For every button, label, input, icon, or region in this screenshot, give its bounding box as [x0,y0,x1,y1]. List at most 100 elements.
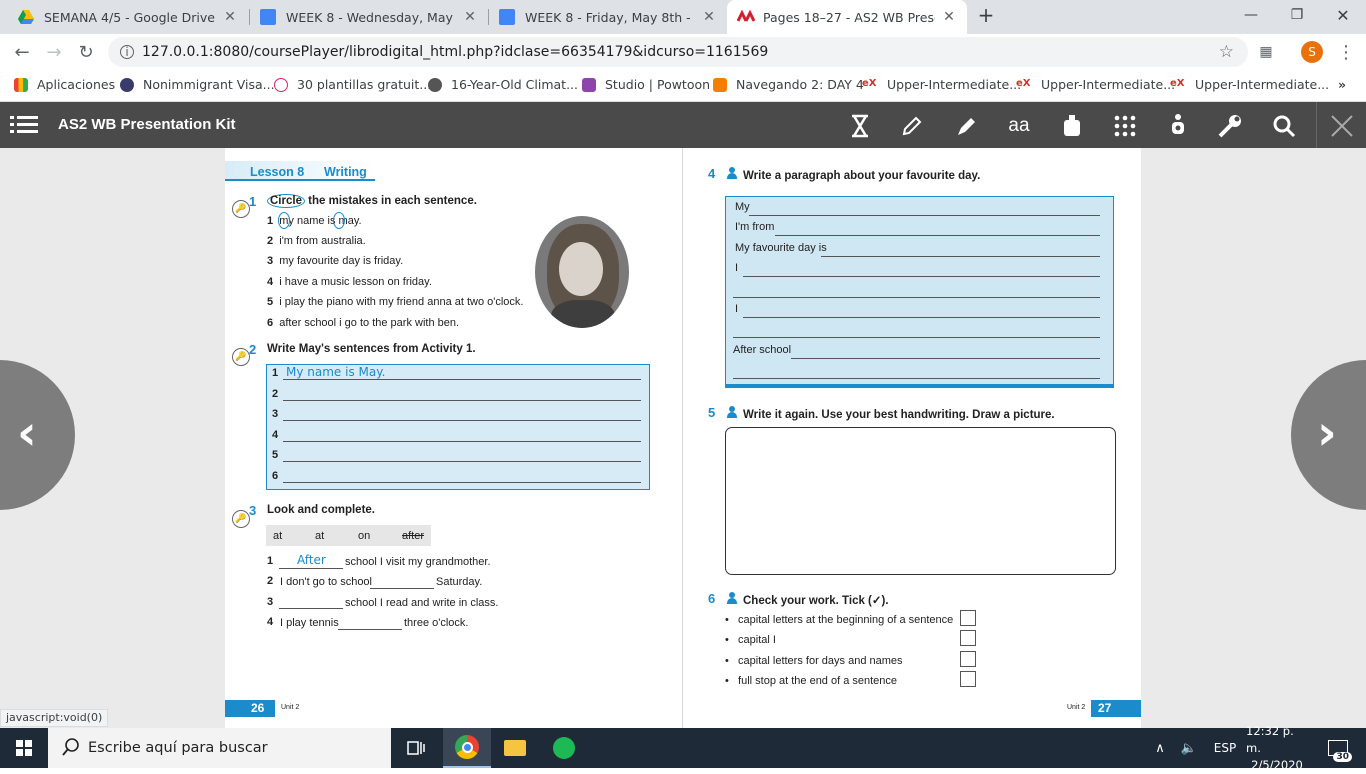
template-icon [274,77,288,92]
seal-icon [120,77,134,92]
task-view-icon[interactable] [392,728,440,768]
answer-text: After [297,553,326,567]
tab-title: WEEK 8 - Friday, May 8th - Docu [525,9,695,25]
bookmark-item[interactable]: Studio | Powtoon [582,77,710,92]
globe-icon [428,77,442,92]
forward-button[interactable]: → [40,38,68,66]
file-explorer-icon[interactable] [491,728,539,768]
edx-icon: eX [1170,77,1185,89]
minimize-button[interactable]: — [1228,0,1274,30]
close-tab-icon[interactable]: ✕ [222,9,238,25]
volume-icon[interactable]: 🔈 [1178,728,1200,768]
windows-start-icon[interactable] [0,728,48,768]
close-tab-icon[interactable]: ✕ [462,9,478,25]
language-indicator[interactable]: ESP [1206,728,1244,768]
sentence-item: 2 i'm from australia. [267,235,366,247]
activity-number: 3 [249,503,257,518]
info-icon[interactable]: i [120,45,134,59]
eraser-icon[interactable] [1058,112,1086,140]
grid-icon[interactable] [1111,112,1139,140]
answer-key-icon[interactable]: 🔑 [232,348,250,366]
tab-week8-friday[interactable]: WEEK 8 - Friday, May 8th - Docu ✕ [489,0,727,34]
sentence-text: school I visit my grandmother. [345,556,491,568]
bookmark-item[interactable]: Nonimmigrant Visa... [120,77,275,92]
sentence-text: I play tennis [280,617,339,629]
book-viewer: ‹ › Lesson 8 Writing 🔑 1 Circle the mist… [0,148,1366,728]
reload-button[interactable]: ↻ [72,38,100,66]
tab-week8-wednesday[interactable]: WEEK 8 - Wednesday, May 6th - ✕ [250,0,488,34]
chevron-right-icon: › [1317,405,1337,461]
browser-menu-icon[interactable]: ⋮ [1332,38,1360,66]
tab-as2-wb-presentation[interactable]: Pages 18–27 - AS2 WB Presentat ✕ [727,0,967,34]
spotify-icon[interactable] [540,728,588,768]
search-icon[interactable] [1270,112,1298,140]
tick-box[interactable] [960,630,976,646]
text-size-icon[interactable]: aa [1004,112,1034,140]
extensions-icon[interactable]: ▦ [1252,38,1280,66]
tab-title: WEEK 8 - Wednesday, May 6th - [286,9,456,25]
lesson-label: Lesson 8 [250,165,305,179]
sentence-starter: My favourite day is [735,242,827,254]
settings-wrench-icon[interactable] [1216,112,1244,140]
show-hidden-icons[interactable]: ∧ [1150,728,1170,768]
close-tab-icon[interactable]: ✕ [701,9,717,25]
restore-button[interactable]: ❐ [1274,0,1320,30]
checklist-item: • capital letters for days and names [725,655,903,667]
answer-text: My name is May. [286,365,386,379]
marker-icon[interactable] [952,112,980,140]
tick-box[interactable] [960,671,976,687]
paragraph-box [725,196,1114,388]
timer-icon[interactable] [846,112,874,140]
close-icon[interactable] [1328,112,1356,140]
circle-mark [278,212,290,229]
tab-title: Pages 18–27 - AS2 WB Presentat [763,9,935,25]
edx-icon: eX [1016,77,1031,89]
book-spread: Lesson 8 Writing 🔑 1 Circle the mistakes… [225,148,1141,728]
sentence-item: 4 i have a music lesson on friday. [267,276,432,288]
next-page-button[interactable]: › [1291,360,1366,510]
bookmark-item[interactable]: eX Upper-Intermediate... [1016,77,1175,92]
menu-list-icon[interactable] [10,113,38,137]
unit-label: Unit 2 [281,704,300,711]
previous-page-button[interactable]: ‹ [0,360,75,510]
url-text: 127.0.0.1:8080/coursePlayer/librodigital… [142,44,769,60]
new-tab-button[interactable]: + [968,0,1004,30]
bookmark-item[interactable]: Navegando 2: DAY 4 [713,77,864,92]
bookmark-apps[interactable]: Aplicaciones [14,77,115,92]
close-window-button[interactable]: ✕ [1320,0,1366,30]
notification-center-icon[interactable]: 30 [1318,728,1358,768]
sentence-text: I don't go to school [280,576,372,588]
profile-avatar[interactable]: S [1298,38,1326,66]
tick-box[interactable] [960,651,976,667]
answer-key-icon[interactable]: 🔑 [232,510,250,528]
checklist-item: • capital letters at the beginning of a … [725,614,954,626]
back-button[interactable]: ← [8,38,36,66]
bookmark-star-icon[interactable]: ☆ [1219,42,1234,62]
pointer-icon[interactable] [1164,112,1192,140]
taskbar-search-input[interactable]: Escribe aquí para buscar [48,728,391,768]
bookmark-item[interactable]: 16-Year-Old Climat... [428,77,578,92]
tick-box[interactable] [960,610,976,626]
clock[interactable]: 12:32 p. m. 2/5/2020 [1246,724,1308,772]
activity-4-title: Write a paragraph about your favourite d… [727,167,980,182]
address-bar[interactable]: i 127.0.0.1:8080/coursePlayer/librodigit… [108,37,1248,67]
pencil-icon[interactable] [898,112,926,140]
answer-key-icon[interactable]: 🔑 [232,200,250,218]
circle-mark [333,212,345,229]
tab-google-drive[interactable]: SEMANA 4/5 - Google Drive ✕ [8,0,248,34]
activity-6-title: Check your work. Tick (✓). [727,592,889,607]
activity-number: 4 [708,166,716,181]
status-bar: javascript:void(0) [0,709,109,727]
section-label: Writing [324,165,367,179]
apps-grid-icon [14,77,28,92]
close-tab-icon[interactable]: ✕ [941,9,957,25]
activity-3-title: Look and complete. [267,504,375,516]
bookmark-item[interactable]: 30 plantillas gratuit... [274,77,431,92]
sentence-text: school I read and write in class. [345,597,499,609]
sentence-text: three o'clock. [404,617,469,629]
bookmarks-overflow-button[interactable]: » [1338,77,1346,92]
chrome-taskbar-icon[interactable] [443,728,491,768]
bookmark-item[interactable]: eX Upper-Intermediate... [1170,77,1329,92]
bookmark-item[interactable]: eX Upper-Intermediate... [862,77,1021,92]
drawing-box[interactable] [725,427,1116,575]
